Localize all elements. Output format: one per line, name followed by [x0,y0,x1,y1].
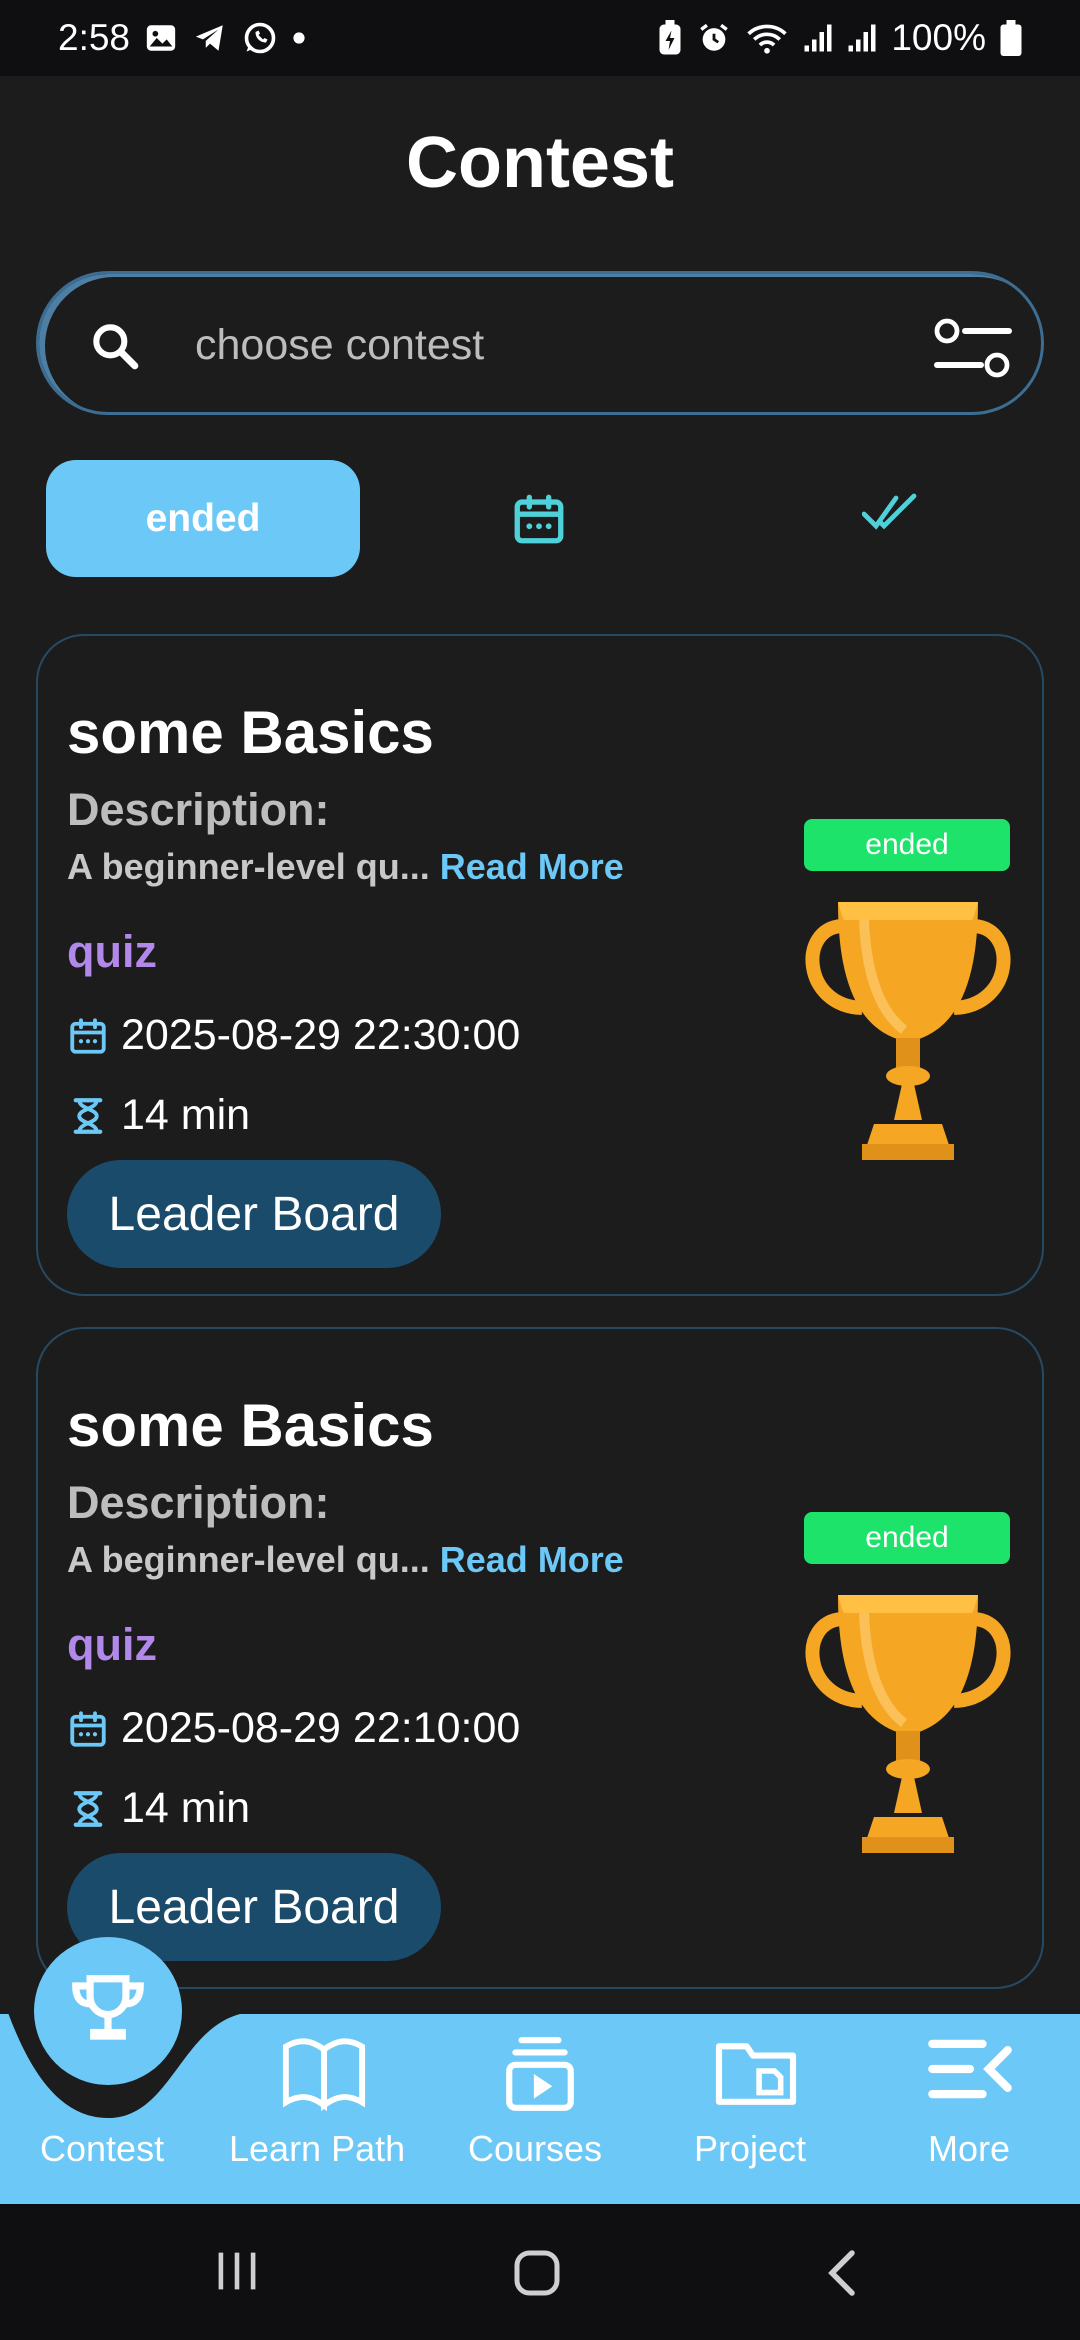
menu-collapse-icon[interactable] [926,2034,1014,2104]
double-check-icon [862,493,917,530]
hourglass-icon [73,1790,103,1827]
search-icon [93,324,139,370]
status-badge: ended [804,819,1010,871]
alarm-icon [700,23,729,51]
recent-apps-icon[interactable] [214,2248,260,2294]
calendar-icon [514,494,564,544]
calendar-icon [70,1017,106,1054]
status-badge: ended [804,1512,1010,1564]
description-text: A beginner-level qu... [67,846,430,887]
contest-datetime: 2025-08-29 22:30:00 [121,1011,521,1059]
date-row: 2025-08-29 22:30:00 [67,1011,520,1060]
tab-ended[interactable]: ended [46,460,360,577]
trophy-icon [805,902,1011,1160]
page-title: Contest [406,123,674,203]
description-label: Description: [67,1477,330,1528]
description-row: A beginner-level qu... Read More [67,1539,624,1581]
courses-icon[interactable] [503,2034,577,2114]
status-left: 2:58 [58,17,306,59]
signal-icon [848,24,876,52]
contest-type: quiz [67,1619,157,1670]
read-more-link[interactable]: Read More [430,1539,624,1580]
nav-label-courses[interactable]: Courses [468,2128,602,2170]
tab-calendar[interactable] [510,490,568,548]
gallery-icon [146,25,176,51]
wifi-icon [747,24,788,54]
tab-completed[interactable] [862,490,918,534]
trophy-icon [805,1595,1011,1853]
hourglass-icon [73,1097,103,1134]
back-icon[interactable] [822,2248,862,2298]
nav-item-contest[interactable] [34,1937,182,2085]
battery-icon [1000,20,1022,56]
filter-icon[interactable] [933,314,1013,384]
telegram-icon [195,25,223,51]
contest-datetime: 2025-08-29 22:10:00 [121,1704,521,1752]
status-time: 2:58 [58,17,131,58]
trophy-icon [72,1975,144,2040]
duration-row: 14 min [67,1091,250,1140]
duration-row: 14 min [67,1784,250,1833]
nav-label-learn-path[interactable]: Learn Path [229,2128,405,2170]
dot-icon [293,32,305,44]
nav-label-project[interactable]: Project [694,2128,806,2170]
home-icon[interactable] [512,2248,562,2298]
search-input[interactable] [195,310,895,380]
contest-duration: 14 min [121,1784,251,1832]
status-bar: 2:58 100% [0,0,1080,76]
book-icon[interactable] [280,2034,368,2112]
description-label: Description: [67,784,330,835]
folder-icon[interactable] [712,2034,800,2108]
nav-label-contest[interactable]: Contest [40,2128,164,2170]
read-more-link[interactable]: Read More [430,846,624,887]
nav-label-more[interactable]: More [928,2128,1010,2170]
whatsapp-icon [244,22,276,54]
calendar-icon [70,1710,106,1747]
card-title: some Basics [67,699,434,766]
leader-board-button[interactable]: Leader Board [67,1160,441,1268]
signal-icon [804,24,832,52]
status-right: 100% [657,17,1022,59]
contest-duration: 14 min [121,1091,251,1139]
card-title: some Basics [67,1392,434,1459]
contest-type: quiz [67,926,157,977]
contest-card[interactable]: some Basics Description: A beginner-leve… [36,1327,1044,1989]
battery-saver-icon [659,20,681,55]
date-row: 2025-08-29 22:10:00 [67,1704,520,1753]
description-text: A beginner-level qu... [67,1539,430,1580]
search-bar[interactable] [36,271,1044,415]
description-row: A beginner-level qu... Read More [67,846,624,888]
contest-card[interactable]: some Basics Description: A beginner-leve… [36,634,1044,1296]
battery-percent: 100% [891,17,986,58]
